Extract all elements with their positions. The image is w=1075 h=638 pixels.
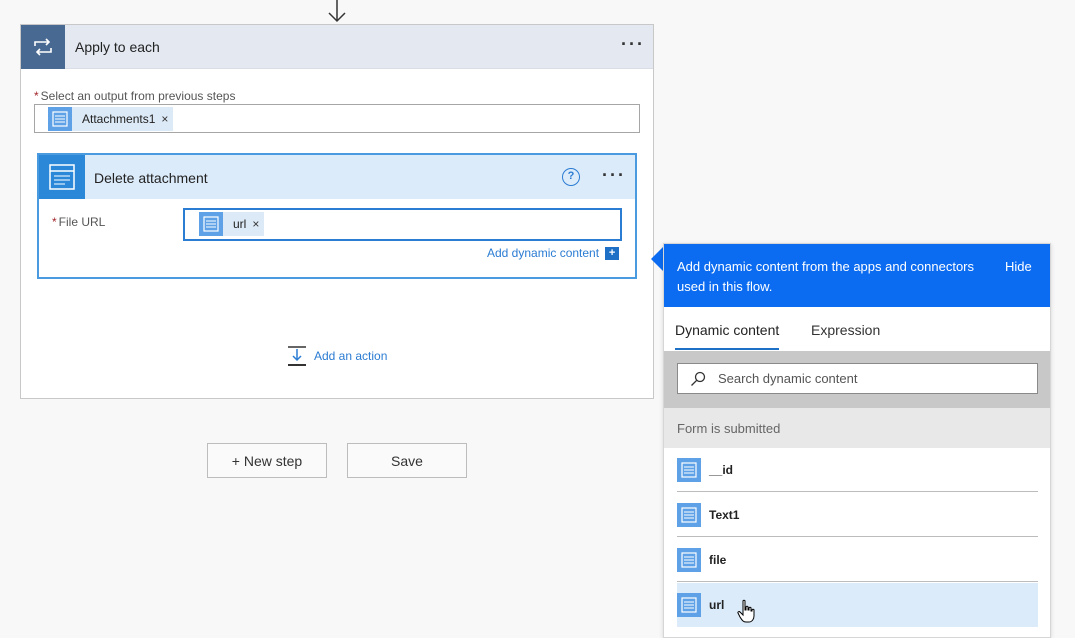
panel-pointer [651, 247, 663, 271]
apply-more-menu-icon[interactable]: ··· [621, 35, 645, 53]
url-token[interactable]: url × [199, 212, 265, 236]
url-token-label: url [233, 217, 247, 231]
attachments-token-label: Attachments1 [82, 112, 156, 126]
new-step-button[interactable]: + New step [207, 443, 327, 478]
hide-button[interactable]: Hide [1005, 259, 1032, 274]
section-header-form-submitted: Form is submitted [664, 408, 1050, 448]
add-action-label: Add an action [314, 349, 388, 363]
tab-expression[interactable]: Expression [811, 322, 880, 338]
search-input[interactable] [718, 371, 1018, 386]
file-url-label-text: File URL [58, 215, 106, 229]
dynamic-item-id[interactable]: __id [677, 448, 1038, 492]
add-action-button[interactable]: Add an action [286, 345, 387, 367]
form-icon [677, 547, 701, 572]
form-icon [677, 502, 701, 527]
select-output-input[interactable]: Attachments1 × [34, 104, 640, 133]
plus-icon: + [605, 246, 620, 260]
hand-cursor-icon [737, 599, 755, 623]
form-icon [677, 593, 701, 617]
dynamic-item-label: Text1 [709, 507, 740, 522]
file-url-label: * File URL [52, 215, 105, 229]
flow-arrow-icon [328, 0, 346, 23]
form-icon [199, 212, 223, 236]
delete-more-menu-icon[interactable]: ··· [602, 166, 626, 184]
form-icon [677, 457, 701, 482]
delete-attachment-title: Delete attachment [94, 170, 208, 186]
dynamic-panel-header: Add dynamic content from the apps and co… [664, 244, 1050, 307]
apply-to-each-title: Apply to each [75, 39, 160, 55]
remove-token-icon[interactable]: × [252, 217, 264, 231]
required-marker: * [34, 89, 39, 103]
dynamic-item-url[interactable]: url [677, 583, 1038, 627]
help-icon[interactable]: ? [562, 168, 580, 186]
file-url-input[interactable]: url × [183, 208, 622, 241]
delete-attachment-card: Delete attachment ? ··· * File URL url × … [37, 153, 637, 279]
select-output-label-text: Select an output from previous steps [40, 89, 236, 103]
remove-token-icon[interactable]: × [161, 112, 173, 126]
dynamic-item-text1[interactable]: Text1 [677, 493, 1038, 537]
dynamic-panel-description: Add dynamic content from the apps and co… [677, 259, 975, 294]
apply-to-each-header[interactable]: Apply to each ··· [21, 25, 653, 69]
add-dynamic-content-label: Add dynamic content [487, 246, 600, 260]
form-action-icon [39, 155, 85, 199]
dynamic-content-panel: Add dynamic content from the apps and co… [663, 243, 1051, 638]
loop-icon [21, 25, 65, 69]
apply-to-each-card: Apply to each ··· * Select an output from… [20, 24, 654, 399]
attachments-token[interactable]: Attachments1 × [48, 107, 174, 131]
dynamic-item-file[interactable]: file [677, 538, 1038, 582]
dynamic-item-label: url [709, 598, 725, 612]
form-icon [48, 107, 72, 131]
required-marker: * [52, 215, 57, 229]
save-button[interactable]: Save [347, 443, 467, 478]
tab-dynamic-content[interactable]: Dynamic content [675, 322, 780, 350]
search-area [664, 351, 1050, 408]
dynamic-item-label: __id [709, 462, 734, 477]
add-action-icon [288, 346, 306, 366]
search-icon [691, 371, 706, 386]
delete-attachment-header[interactable]: Delete attachment ? ··· [39, 155, 635, 199]
dynamic-item-label: file [709, 552, 727, 567]
search-box[interactable] [677, 363, 1038, 394]
select-output-label: * Select an output from previous steps [34, 89, 235, 103]
add-dynamic-content-link[interactable]: Add dynamic content + [487, 246, 620, 260]
